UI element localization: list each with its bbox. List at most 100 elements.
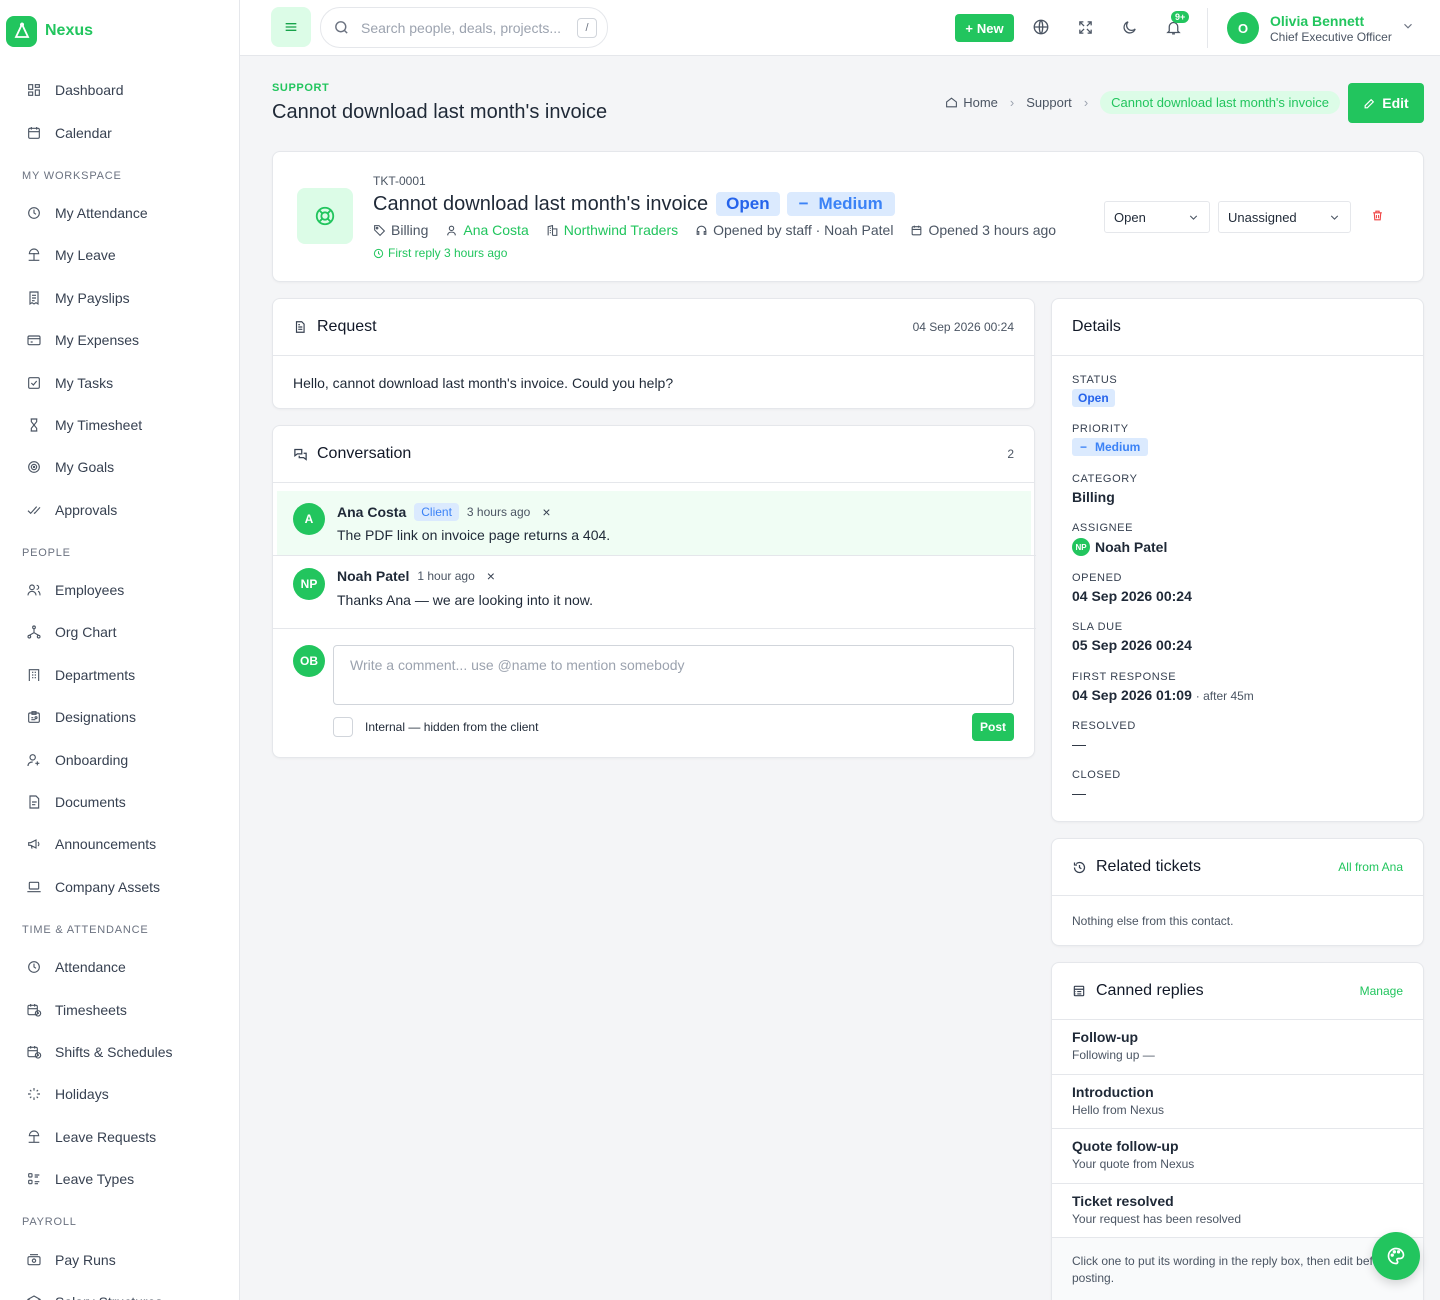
detail-closed: CLOSED — (1072, 769, 1121, 801)
user-avatar[interactable]: O (1227, 12, 1259, 44)
canned-reply-title: Ticket resolved (1072, 1192, 1174, 1209)
detail-value: — (1072, 736, 1086, 752)
sidebar-item-org-chart[interactable]: Org Chart (0, 611, 239, 653)
menu-toggle-button[interactable] (271, 7, 311, 47)
assignee-avatar: NP (1072, 538, 1090, 556)
sidebar-item-label: Shifts & Schedules (55, 1044, 173, 1060)
canned-reply-item[interactable]: Introduction Hello from Nexus (1052, 1075, 1423, 1129)
chevron-down-icon[interactable] (1401, 19, 1415, 33)
breadcrumb-support[interactable]: Support (1026, 95, 1072, 110)
sidebar-item-label: My Goals (55, 459, 115, 476)
minus-icon: − (798, 194, 809, 213)
detail-label: STATUS (1072, 374, 1118, 386)
search-input[interactable]: Search people, deals, projects... / (320, 7, 608, 48)
sidebar-item-label: Employees (55, 582, 125, 599)
sidebar-item-my-expenses[interactable]: My Expenses (0, 319, 239, 361)
sidebar-item-documents[interactable]: Documents (0, 781, 239, 823)
dark-mode-moon-icon[interactable] (1118, 16, 1140, 38)
canned-reply-item[interactable]: Ticket resolved Your request has been re… (1052, 1184, 1423, 1238)
first-reply-label: First reply 3 hours ago (388, 246, 508, 260)
message-header: Ana Costa Client 3 hours ago × (337, 503, 551, 521)
calendar-time-icon (27, 1046, 42, 1059)
message-author: Noah Patel (337, 568, 410, 584)
sidebar-item-dashboard[interactable]: Dashboard (0, 69, 239, 111)
sidebar-item-label: Dashboard (55, 82, 124, 99)
sidebar-item-my-goals[interactable]: My Goals (0, 446, 239, 488)
sidebar-item-departments[interactable]: Departments (0, 654, 239, 696)
assignee-select[interactable]: Unassigned (1218, 201, 1351, 233)
sidebar-item-announcements[interactable]: Announcements (0, 823, 239, 865)
all-from-contact-link[interactable]: All from Ana (1338, 860, 1403, 874)
search-icon (335, 21, 348, 34)
internal-checkbox[interactable] (333, 717, 353, 737)
message-time: 1 hour ago (417, 569, 475, 583)
detail-label: SLA DUE (1072, 621, 1123, 633)
delete-trash-icon[interactable] (1371, 209, 1384, 222)
sidebar-item-label: Leave Requests (55, 1128, 157, 1145)
sidebar-item-my-leave[interactable]: My Leave (0, 234, 239, 276)
conversation-card: Conversation 2 A Ana Costa Client 3 hour… (272, 425, 1036, 758)
sidebar-item-onboarding[interactable]: Onboarding (0, 738, 239, 780)
ticket-contact-link[interactable]: Ana Costa (445, 222, 529, 238)
sidebar-item-company-assets[interactable]: Company Assets (0, 866, 239, 908)
canned-card-header: Canned replies Manage (1052, 963, 1423, 1020)
sidebar-item-label: My Payslips (55, 289, 130, 306)
sidebar-item-my-attendance[interactable]: My Attendance (0, 192, 239, 234)
edit-button[interactable]: Edit (1348, 83, 1424, 123)
canned-reply-item[interactable]: Follow-up Following up — (1052, 1020, 1423, 1075)
post-button[interactable]: Post (972, 713, 1014, 741)
sidebar-item-my-payslips[interactable]: My Payslips (0, 277, 239, 319)
priority-badge: − Medium (786, 192, 895, 216)
ticket-meta: Billing Ana Costa Northwind Traders Open… (373, 222, 1073, 238)
sidebar-item-leave-requests[interactable]: Leave Requests (0, 1116, 239, 1158)
comment-textarea[interactable]: Write a comment... use @name to mention … (333, 645, 1014, 705)
sidebar-item-label: Announcements (55, 836, 157, 853)
canned-reply-subtitle: Your quote from Nexus (1072, 1157, 1195, 1171)
sidebar-item-holidays[interactable]: Holidays (0, 1073, 239, 1115)
sidebar-item-shifts-schedules[interactable]: Shifts & Schedules (0, 1031, 239, 1073)
ticket-company-link[interactable]: Northwind Traders (546, 222, 678, 238)
detail-priority-label: Medium (1095, 440, 1141, 454)
user-name[interactable]: Olivia Bennett (1270, 13, 1364, 29)
detail-assignee-value: NP Noah Patel (1072, 538, 1167, 556)
manage-link[interactable]: Manage (1360, 984, 1403, 998)
brand[interactable]: Nexus (0, 0, 239, 62)
building-icon (28, 668, 40, 681)
language-globe-icon[interactable] (1030, 16, 1052, 38)
ticket-category-label: Billing (391, 222, 429, 238)
theme-palette-fab[interactable] (1372, 1232, 1420, 1280)
ticket-title-row: Cannot download last month's invoice Ope… (373, 192, 895, 216)
new-button[interactable]: + New (955, 14, 1014, 42)
ticket-title: Cannot download last month's invoice (373, 192, 709, 215)
message-text: Thanks Ana — we are looking into it now. (337, 592, 594, 608)
sidebar-item-calendar[interactable]: Calendar (0, 111, 239, 153)
sidebar-item-approvals[interactable]: Approvals (0, 489, 239, 531)
fullscreen-icon[interactable] (1074, 16, 1096, 38)
new-button-label: New (976, 20, 1004, 36)
sidebar-item-label: Company Assets (55, 878, 161, 895)
sidebar-item-my-tasks[interactable]: My Tasks (0, 361, 239, 403)
delete-message-close-icon[interactable]: × (542, 504, 550, 520)
sidebar-item-attendance[interactable]: Attendance (0, 946, 239, 988)
sidebar-item-my-timesheet[interactable]: My Timesheet (0, 404, 239, 446)
canned-reply-subtitle: Your request has been resolved (1072, 1211, 1242, 1226)
breadcrumb-home[interactable]: Home (945, 95, 998, 110)
detail-label: CATEGORY (1072, 473, 1138, 485)
status-select[interactable]: Open (1104, 201, 1210, 233)
ticket-category: Billing (373, 222, 428, 238)
sidebar-item-salary-structures[interactable]: Salary Structures (0, 1281, 239, 1300)
hourglass-icon (30, 418, 38, 432)
sidebar-item-designations[interactable]: Designations (0, 696, 239, 738)
canned-reply-item[interactable]: Quote follow-up Your quote from Nexus (1052, 1129, 1423, 1184)
related-tickets-card: Related tickets All from Ana Nothing els… (1051, 838, 1424, 946)
delete-message-close-icon[interactable]: × (487, 568, 495, 584)
canned-replies-card: Canned replies Manage Follow-up Followin… (1051, 962, 1424, 1300)
sidebar-item-pay-runs[interactable]: Pay Runs (0, 1238, 239, 1280)
internal-checkbox-label[interactable]: Internal — hidden from the client (365, 720, 538, 734)
sidebar-item-leave-types[interactable]: Leave Types (0, 1158, 239, 1200)
sidebar-item-employees[interactable]: Employees (0, 569, 239, 611)
sidebar-item-timesheets[interactable]: Timesheets (0, 988, 239, 1030)
detail-status: STATUS Open (1072, 374, 1117, 407)
canned-reply-title: Follow-up (1072, 1029, 1139, 1045)
sidebar-item-label: My Tasks (55, 374, 114, 391)
